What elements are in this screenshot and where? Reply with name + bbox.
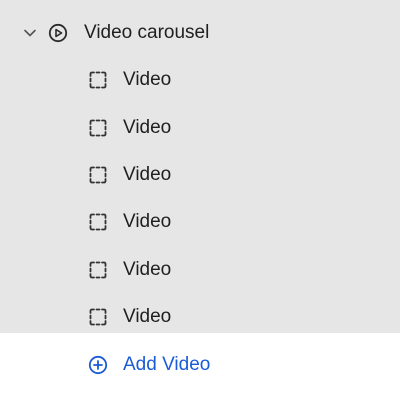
dashed-square-icon: [89, 213, 107, 231]
dashed-square-icon: [89, 166, 107, 184]
block-label: Video: [123, 306, 172, 327]
dashed-square-icon: [89, 119, 107, 137]
block-item-video[interactable]: Video: [0, 104, 400, 151]
block-label: Video: [123, 69, 172, 90]
block-item-video[interactable]: Video: [0, 151, 400, 198]
block-label: Video: [123, 164, 172, 185]
selected-block-group: Video carousel Video Video Video Video V…: [0, 0, 400, 333]
video-carousel-section[interactable]: Video carousel: [0, 9, 400, 56]
block-item-video[interactable]: Video: [0, 198, 400, 245]
section-tree: Video carousel Video Video Video Video V…: [0, 0, 400, 399]
dashed-square-icon: [89, 261, 107, 279]
block-item-video[interactable]: Video: [0, 246, 400, 293]
add-video-button[interactable]: Add Video: [0, 333, 400, 399]
dashed-square-icon: [89, 71, 107, 89]
section-label: Video carousel: [84, 22, 210, 43]
block-label: Video: [123, 117, 172, 138]
block-item-video[interactable]: Video: [0, 56, 400, 103]
block-label: Video: [123, 259, 172, 280]
plus-circle-icon: [88, 355, 108, 375]
block-label: Video: [123, 211, 172, 232]
dashed-square-icon: [89, 308, 107, 326]
chevron-down-icon[interactable]: [22, 25, 38, 41]
add-video-label[interactable]: Add Video: [123, 353, 210, 377]
play-circle-icon: [48, 23, 68, 43]
